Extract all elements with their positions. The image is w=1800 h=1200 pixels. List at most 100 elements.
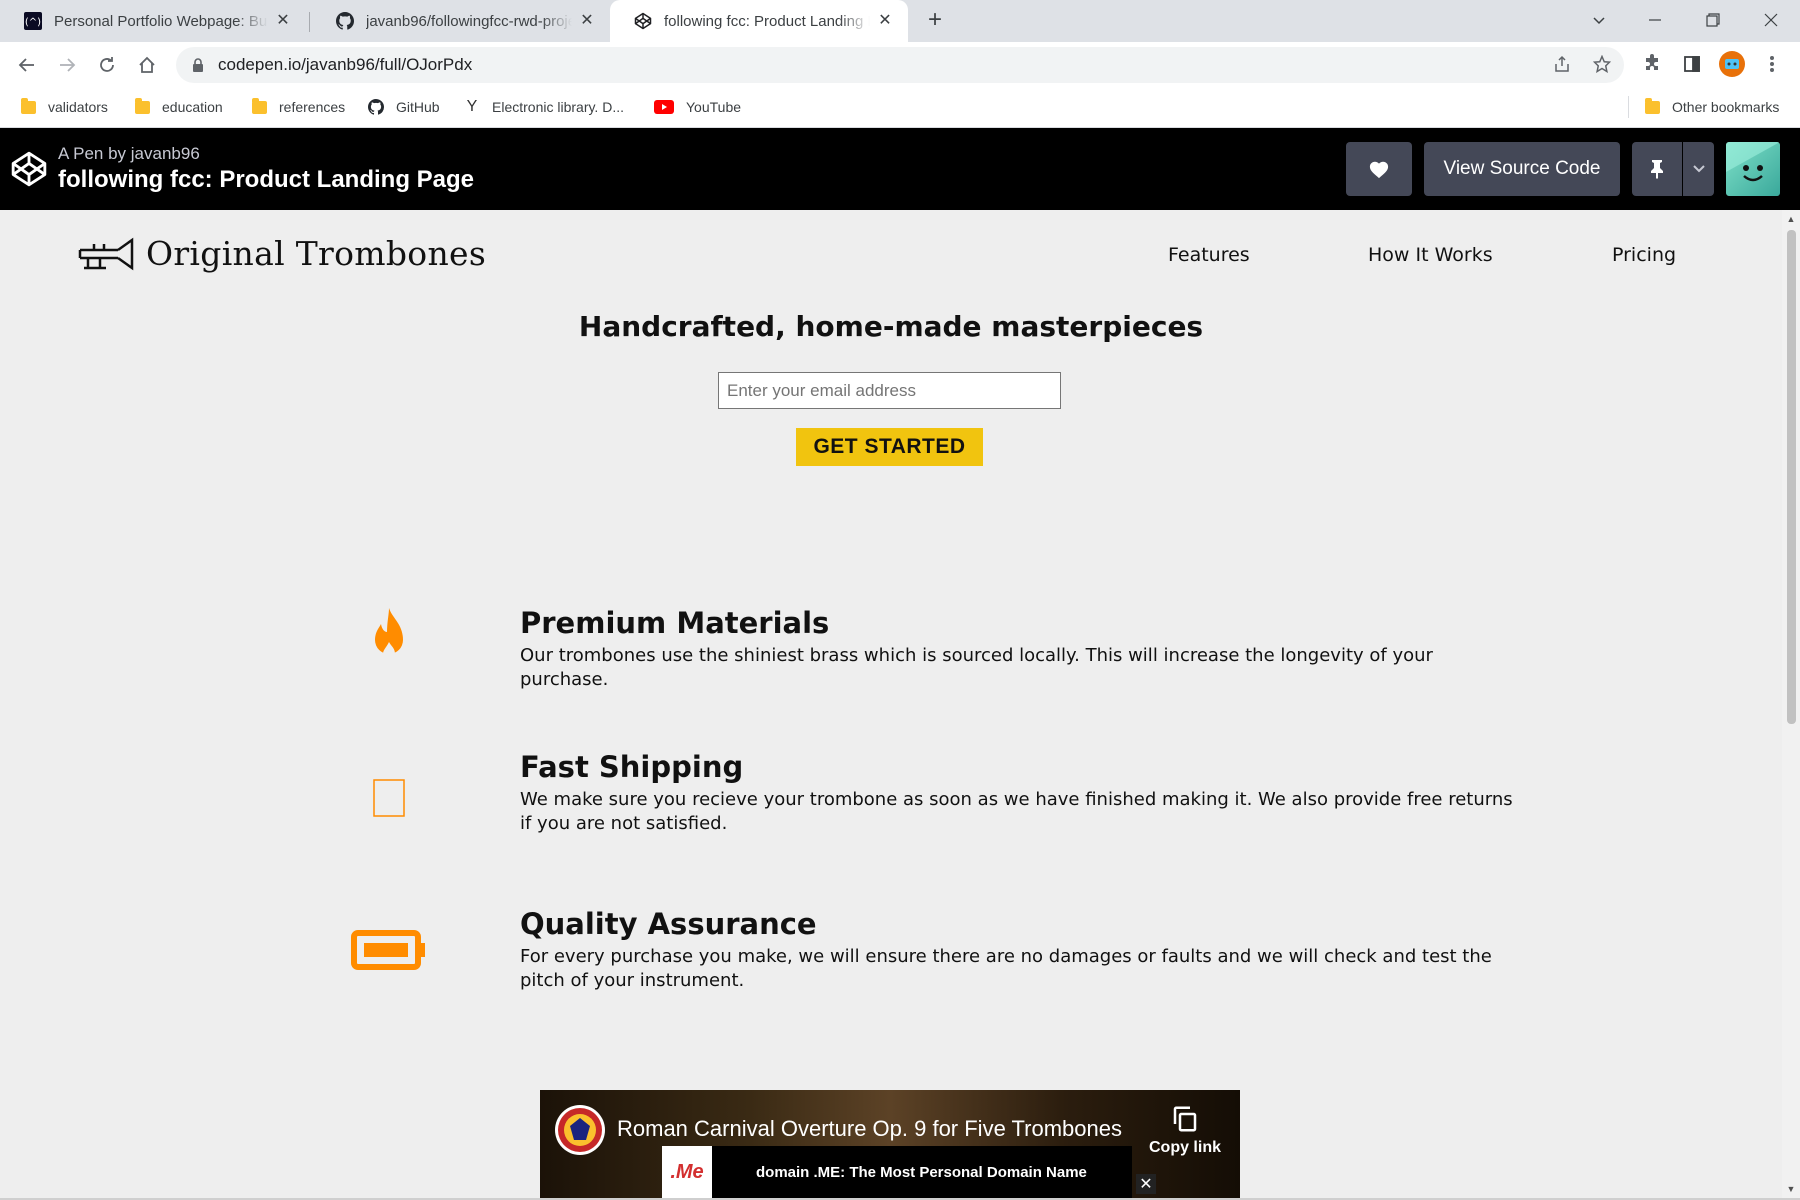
- youtube-icon: [654, 99, 674, 115]
- back-button[interactable]: [12, 50, 42, 80]
- email-input[interactable]: Enter your email address: [718, 372, 1061, 409]
- tab-title: javanb96/followingfcc-rwd-proje: [366, 12, 572, 30]
- restore-button[interactable]: [1686, 0, 1740, 40]
- bookmark-github[interactable]: GitHub: [368, 88, 440, 126]
- ad-close-button[interactable]: ✕: [1136, 1174, 1156, 1194]
- bookmark-other[interactable]: Other bookmarks: [1644, 88, 1779, 126]
- tab-separator: [309, 12, 310, 32]
- brand-name: Original Trombones: [146, 234, 487, 273]
- feature-description: For every purchase you make, we will ens…: [520, 946, 1492, 991]
- feature-description: We make sure you recieve your trombone a…: [520, 789, 1513, 834]
- home-button[interactable]: [132, 50, 162, 80]
- codepen-header: A Pen by javanb96 following fcc: Product…: [0, 128, 1800, 210]
- pin-button[interactable]: [1632, 142, 1682, 196]
- minimize-button[interactable]: [1628, 0, 1682, 40]
- brand-logo[interactable]: Original Trombones: [78, 234, 486, 273]
- copy-link-button[interactable]: Copy link: [1140, 1104, 1230, 1157]
- close-icon[interactable]: ✕: [876, 12, 894, 30]
- chevron-down-icon: [1692, 165, 1705, 173]
- tab-codepen[interactable]: following fcc: Product Landing Pa ✕: [610, 0, 908, 42]
- bookmark-label: GitHub: [396, 99, 440, 115]
- new-tab-button[interactable]: +: [922, 8, 948, 34]
- lock-icon[interactable]: [192, 58, 204, 72]
- bookmark-label: validators: [48, 99, 108, 115]
- folder-icon: [134, 97, 150, 115]
- view-source-label: View Source Code: [1443, 158, 1601, 179]
- profile-avatar[interactable]: [1718, 50, 1746, 78]
- video-ad-banner[interactable]: .Me domain .ME: The Most Personal Domain…: [662, 1146, 1132, 1198]
- extensions-icon[interactable]: [1638, 50, 1666, 78]
- bookmarks-bar: validators education references GitHub Y…: [0, 88, 1800, 128]
- channel-avatar[interactable]: [555, 1105, 605, 1155]
- heart-icon: [1369, 161, 1389, 179]
- tab-github[interactable]: javanb96/followingfcc-rwd-proje ✕: [312, 0, 610, 42]
- tab-title: following fcc: Product Landing Pa: [664, 12, 870, 30]
- svg-text:(^): (^): [25, 17, 41, 28]
- bookmark-label: references: [279, 99, 346, 115]
- bookmark-references[interactable]: references: [251, 88, 345, 126]
- bookmark-label: YouTube: [686, 99, 742, 115]
- bookmark-star-icon[interactable]: [1588, 50, 1616, 78]
- copy-link-label: Copy link: [1148, 1139, 1221, 1156]
- fire-icon: [364, 605, 414, 669]
- scroll-up-icon[interactable]: ▲: [1786, 214, 1796, 224]
- bookmark-validators[interactable]: validators: [20, 88, 108, 126]
- bookmark-label: Other bookmarks: [1672, 99, 1780, 115]
- fcc-icon: (^): [24, 12, 42, 30]
- toolbar: codepen.io/javanb96/full/OJorPdx: [0, 42, 1800, 88]
- more-menu-icon[interactable]: [1758, 50, 1786, 78]
- address-bar[interactable]: codepen.io/javanb96/full/OJorPdx: [176, 47, 1624, 83]
- video-title[interactable]: Roman Carnival Overture Op. 9 for Five T…: [617, 1116, 1122, 1142]
- tab-strip: (^) Personal Portfolio Webpage: Build ✕ …: [0, 0, 1800, 42]
- close-window-button[interactable]: [1744, 0, 1798, 40]
- close-icon[interactable]: ✕: [578, 12, 596, 30]
- feature-title: Quality Assurance: [520, 907, 817, 941]
- pen-byline[interactable]: A Pen by javanb96: [58, 144, 200, 164]
- folder-icon: [20, 97, 36, 115]
- side-panel-icon[interactable]: [1678, 50, 1706, 78]
- page-viewport: Original Trombones Features How It Works…: [0, 210, 1782, 1198]
- get-started-button[interactable]: GET STARTED: [796, 428, 983, 466]
- page-scrollbar[interactable]: ▲ ▼: [1782, 210, 1800, 1198]
- url-text: codepen.io/javanb96/full/OJorPdx: [218, 55, 473, 74]
- trombone-icon: [78, 237, 134, 270]
- tab-search-icon[interactable]: [1572, 0, 1626, 40]
- nav-how-it-works[interactable]: How It Works: [1368, 244, 1493, 266]
- library-icon: Y: [466, 98, 478, 115]
- bookmark-electronic-library[interactable]: Y Electronic library. D...: [464, 88, 624, 126]
- share-icon[interactable]: [1548, 50, 1576, 78]
- nav-features[interactable]: Features: [1168, 244, 1250, 266]
- bookmark-youtube[interactable]: YouTube: [654, 88, 741, 126]
- reload-button[interactable]: [92, 50, 122, 80]
- bookmarks-divider: [1628, 96, 1629, 118]
- scroll-thumb[interactable]: [1787, 230, 1796, 724]
- bookmark-label: education: [162, 99, 223, 115]
- feature-title: Premium Materials: [520, 606, 830, 640]
- nav-pricing[interactable]: Pricing: [1612, 244, 1676, 266]
- bookmark-education[interactable]: education: [134, 88, 223, 126]
- forward-button[interactable]: [52, 50, 82, 80]
- github-icon: [336, 12, 354, 30]
- video-embed[interactable]: Roman Carnival Overture Op. 9 for Five T…: [540, 1090, 1240, 1198]
- scroll-down-icon[interactable]: ▼: [1786, 1184, 1796, 1194]
- ad-logo: .Me: [662, 1146, 712, 1198]
- love-button[interactable]: [1346, 142, 1412, 196]
- github-icon: [368, 99, 384, 115]
- folder-icon: [251, 97, 267, 115]
- battery-icon: [350, 928, 428, 972]
- close-icon[interactable]: ✕: [274, 12, 292, 30]
- user-avatar[interactable]: [1726, 142, 1780, 196]
- codepen-logo-icon[interactable]: [10, 150, 48, 188]
- pin-icon: [1651, 160, 1663, 179]
- pen-title: following fcc: Product Landing Page: [58, 166, 475, 193]
- tab-title: Personal Portfolio Webpage: Build: [54, 12, 268, 30]
- view-source-button[interactable]: View Source Code: [1424, 142, 1620, 196]
- ad-text: domain .ME: The Most Personal Domain Nam…: [756, 1163, 1087, 1181]
- pin-dropdown-button[interactable]: [1683, 142, 1714, 196]
- feature-description: Our trombones use the shiniest brass whi…: [520, 645, 1433, 690]
- bookmark-label: Electronic library. D...: [492, 99, 624, 115]
- hero-title: Handcrafted, home-made masterpieces: [578, 310, 1204, 343]
- missing-glyph-icon: [373, 778, 405, 818]
- copy-icon: [1173, 1106, 1197, 1132]
- tab-portfolio[interactable]: (^) Personal Portfolio Webpage: Build ✕: [0, 0, 306, 42]
